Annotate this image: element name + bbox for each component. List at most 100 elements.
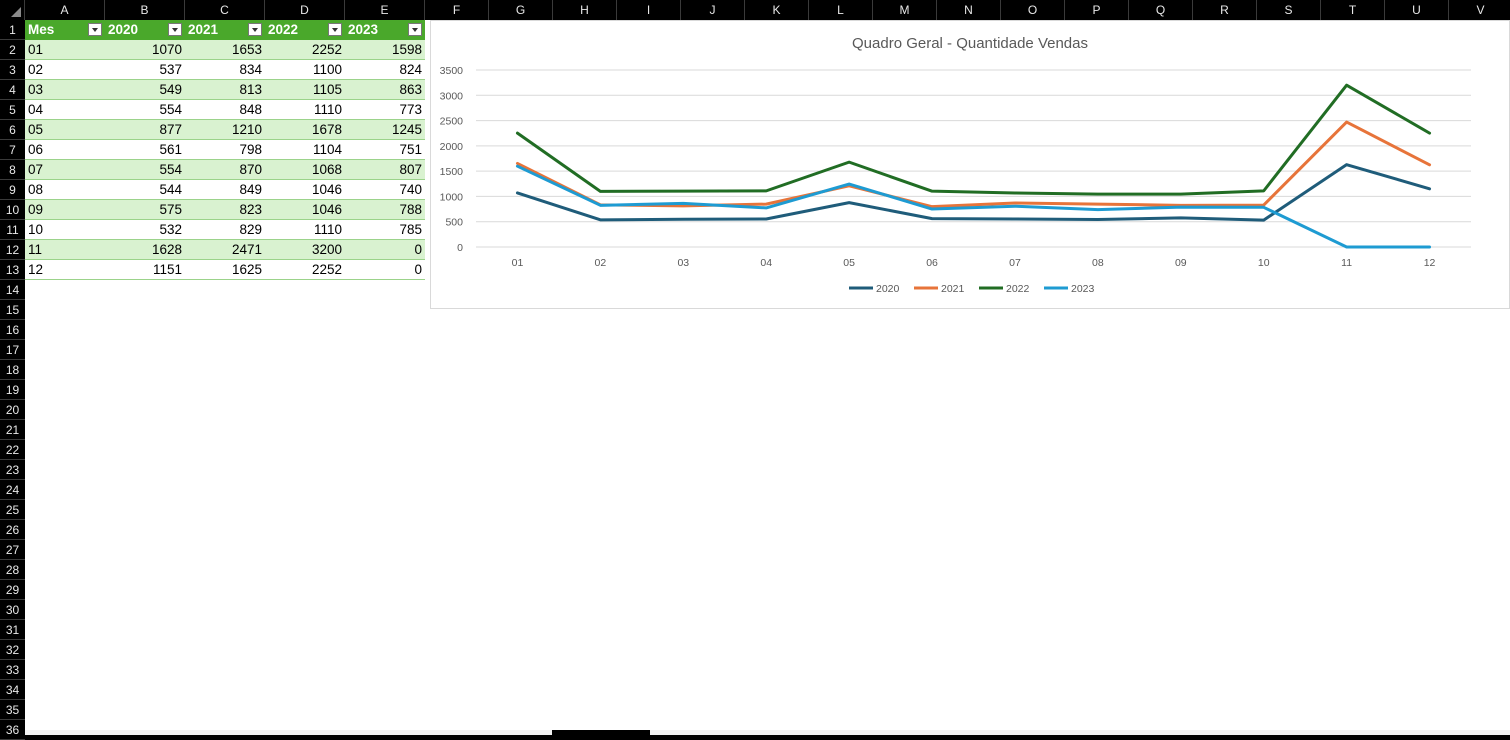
row-header-17[interactable]: 17 bbox=[0, 340, 25, 360]
row-header-16[interactable]: 16 bbox=[0, 320, 25, 340]
value-cell[interactable]: 3200 bbox=[265, 240, 345, 260]
value-cell[interactable]: 1598 bbox=[345, 40, 425, 60]
value-cell[interactable]: 1105 bbox=[265, 80, 345, 100]
value-cell[interactable]: 575 bbox=[105, 200, 185, 220]
column-header-u[interactable]: U bbox=[1385, 0, 1449, 20]
row-header-8[interactable]: 8 bbox=[0, 160, 25, 180]
value-cell[interactable]: 788 bbox=[345, 200, 425, 220]
value-cell[interactable]: 863 bbox=[345, 80, 425, 100]
row-header-4[interactable]: 4 bbox=[0, 80, 25, 100]
value-cell[interactable]: 561 bbox=[105, 140, 185, 160]
value-cell[interactable]: 0 bbox=[345, 260, 425, 280]
column-header-o[interactable]: O bbox=[1001, 0, 1065, 20]
month-cell[interactable]: 01 bbox=[25, 40, 105, 60]
month-cell[interactable]: 04 bbox=[25, 100, 105, 120]
value-cell[interactable]: 1070 bbox=[105, 40, 185, 60]
month-cell[interactable]: 09 bbox=[25, 200, 105, 220]
value-cell[interactable]: 1104 bbox=[265, 140, 345, 160]
value-cell[interactable]: 0 bbox=[345, 240, 425, 260]
row-header-31[interactable]: 31 bbox=[0, 620, 25, 640]
filter-dropdown-icon[interactable] bbox=[168, 23, 182, 36]
value-cell[interactable]: 798 bbox=[185, 140, 265, 160]
value-cell[interactable]: 1151 bbox=[105, 260, 185, 280]
row-header-3[interactable]: 3 bbox=[0, 60, 25, 80]
column-header-h[interactable]: H bbox=[553, 0, 617, 20]
value-cell[interactable]: 823 bbox=[185, 200, 265, 220]
column-header-r[interactable]: R bbox=[1193, 0, 1257, 20]
value-cell[interactable]: 1678 bbox=[265, 120, 345, 140]
filter-dropdown-icon[interactable] bbox=[408, 23, 422, 36]
value-cell[interactable]: 537 bbox=[105, 60, 185, 80]
value-cell[interactable]: 1628 bbox=[105, 240, 185, 260]
column-header-k[interactable]: K bbox=[745, 0, 809, 20]
row-header-21[interactable]: 21 bbox=[0, 420, 25, 440]
column-header-j[interactable]: J bbox=[681, 0, 745, 20]
row-header-28[interactable]: 28 bbox=[0, 560, 25, 580]
value-cell[interactable]: 785 bbox=[345, 220, 425, 240]
row-header-10[interactable]: 10 bbox=[0, 200, 25, 220]
column-header-b[interactable]: B bbox=[105, 0, 185, 20]
column-header-l[interactable]: L bbox=[809, 0, 873, 20]
row-header-11[interactable]: 11 bbox=[0, 220, 25, 240]
column-header-m[interactable]: M bbox=[873, 0, 937, 20]
row-header-2[interactable]: 2 bbox=[0, 40, 25, 60]
value-cell[interactable]: 848 bbox=[185, 100, 265, 120]
column-header-p[interactable]: P bbox=[1065, 0, 1129, 20]
value-cell[interactable]: 1245 bbox=[345, 120, 425, 140]
column-header-i[interactable]: I bbox=[617, 0, 681, 20]
value-cell[interactable]: 1110 bbox=[265, 220, 345, 240]
row-header-32[interactable]: 32 bbox=[0, 640, 25, 660]
row-header-35[interactable]: 35 bbox=[0, 700, 25, 720]
column-header-f[interactable]: F bbox=[425, 0, 489, 20]
month-cell[interactable]: 07 bbox=[25, 160, 105, 180]
value-cell[interactable]: 829 bbox=[185, 220, 265, 240]
horizontal-scrollbar[interactable] bbox=[650, 730, 1510, 735]
sheet-tabs-scrollbar[interactable] bbox=[25, 730, 552, 735]
value-cell[interactable]: 554 bbox=[105, 160, 185, 180]
row-header-33[interactable]: 33 bbox=[0, 660, 25, 680]
value-cell[interactable]: 1046 bbox=[265, 200, 345, 220]
column-header-q[interactable]: Q bbox=[1129, 0, 1193, 20]
row-header-24[interactable]: 24 bbox=[0, 480, 25, 500]
value-cell[interactable]: 1068 bbox=[265, 160, 345, 180]
value-cell[interactable]: 870 bbox=[185, 160, 265, 180]
month-cell[interactable]: 03 bbox=[25, 80, 105, 100]
value-cell[interactable]: 813 bbox=[185, 80, 265, 100]
row-header-14[interactable]: 14 bbox=[0, 280, 25, 300]
row-header-15[interactable]: 15 bbox=[0, 300, 25, 320]
value-cell[interactable]: 807 bbox=[345, 160, 425, 180]
row-header-13[interactable]: 13 bbox=[0, 260, 25, 280]
row-header-20[interactable]: 20 bbox=[0, 400, 25, 420]
row-header-1[interactable]: 1 bbox=[0, 20, 25, 40]
value-cell[interactable]: 824 bbox=[345, 60, 425, 80]
row-header-34[interactable]: 34 bbox=[0, 680, 25, 700]
row-header-19[interactable]: 19 bbox=[0, 380, 25, 400]
row-header-5[interactable]: 5 bbox=[0, 100, 25, 120]
value-cell[interactable]: 532 bbox=[105, 220, 185, 240]
row-header-12[interactable]: 12 bbox=[0, 240, 25, 260]
row-header-27[interactable]: 27 bbox=[0, 540, 25, 560]
row-header-7[interactable]: 7 bbox=[0, 140, 25, 160]
value-cell[interactable]: 554 bbox=[105, 100, 185, 120]
value-cell[interactable]: 2471 bbox=[185, 240, 265, 260]
select-all-button[interactable] bbox=[0, 0, 25, 20]
value-cell[interactable]: 877 bbox=[105, 120, 185, 140]
row-header-36[interactable]: 36 bbox=[0, 720, 25, 740]
month-cell[interactable]: 11 bbox=[25, 240, 105, 260]
column-header-g[interactable]: G bbox=[489, 0, 553, 20]
month-cell[interactable]: 12 bbox=[25, 260, 105, 280]
row-header-29[interactable]: 29 bbox=[0, 580, 25, 600]
value-cell[interactable]: 544 bbox=[105, 180, 185, 200]
month-cell[interactable]: 06 bbox=[25, 140, 105, 160]
column-header-t[interactable]: T bbox=[1321, 0, 1385, 20]
filter-dropdown-icon[interactable] bbox=[328, 23, 342, 36]
row-header-6[interactable]: 6 bbox=[0, 120, 25, 140]
row-header-9[interactable]: 9 bbox=[0, 180, 25, 200]
column-header-c[interactable]: C bbox=[185, 0, 265, 20]
column-header-n[interactable]: N bbox=[937, 0, 1001, 20]
value-cell[interactable]: 1653 bbox=[185, 40, 265, 60]
row-header-22[interactable]: 22 bbox=[0, 440, 25, 460]
value-cell[interactable]: 773 bbox=[345, 100, 425, 120]
filter-dropdown-icon[interactable] bbox=[88, 23, 102, 36]
value-cell[interactable]: 1110 bbox=[265, 100, 345, 120]
